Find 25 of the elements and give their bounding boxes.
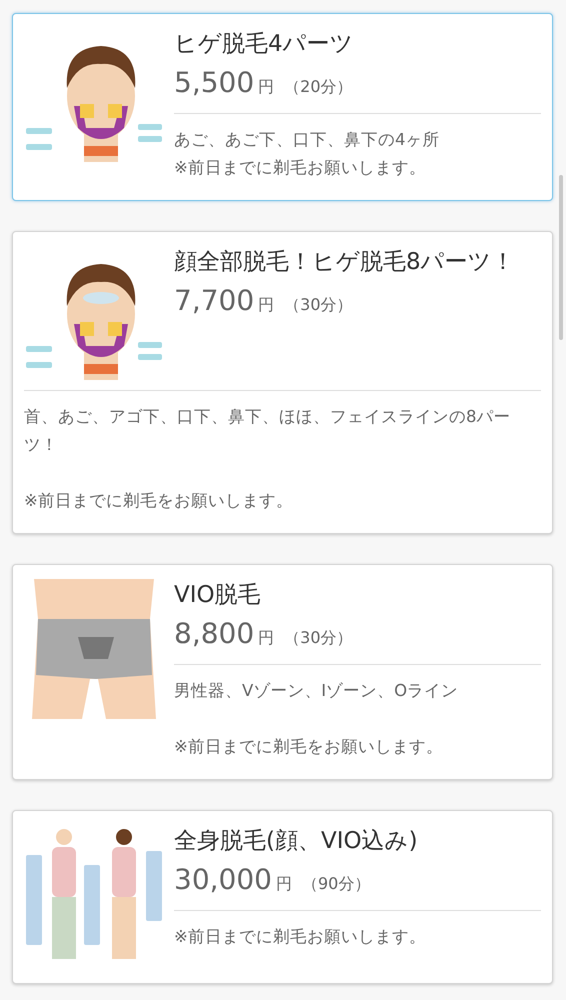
menu-duration: （20分） — [284, 77, 353, 98]
menu-description: 首、あご、アゴ下、口下、鼻下、ほほ、フェイスラインの8パーツ！ ※前日までに剃毛をお願いします。 — [24, 406, 512, 512]
menu-price: 30,000 — [174, 863, 272, 896]
menu-price: 7,700 — [174, 284, 254, 317]
menu-duration: （30分） — [284, 628, 353, 649]
menu-card[interactable]: 全身脱毛(顔、VIO込み) 30,000 円 （90分） ※前日までに剃毛お願いします。 — [12, 810, 553, 984]
price-unit: 円 — [276, 874, 292, 895]
menu-duration: （90分） — [302, 874, 370, 895]
menu-title: VIO脱毛 — [174, 581, 262, 610]
menu-card[interactable]: VIO脱毛 8,800 円 （30分） 男性器、Vゾーン、Iゾーン、Oライン ※前日までに剃毛をお願いします。 — [12, 564, 553, 780]
menu-description: あご、あご下、口下、鼻下の4ヶ所 ※前日までに剃毛お願いします。 — [174, 129, 440, 179]
menu-price: 8,800 — [174, 617, 254, 650]
menu-duration: （30分） — [284, 295, 353, 316]
menu-card[interactable]: 顔全部脱毛！ヒゲ脱毛8パーツ！ 7,700 円 （30分） 首、あご、アゴ下、口下、鼻下、ほほ、フェイスラインの8パーツ！ ※前日までに剃毛をお願いします。 — [12, 231, 553, 534]
menu-description: ※前日までに剃毛お願いします。 — [174, 926, 427, 948]
menu-title: 全身脱毛(顔、VIO込み) — [174, 827, 419, 856]
price-unit: 円 — [258, 77, 274, 98]
menu-price: 5,500 — [174, 66, 254, 99]
scrollbar[interactable] — [559, 175, 563, 340]
menu-description: 男性器、Vゾーン、Iゾーン、Oライン ※前日までに剃毛をお願いします。 — [174, 680, 460, 758]
price-unit: 円 — [258, 628, 274, 649]
menu-title: ヒゲ脱毛4パーツ — [174, 30, 355, 59]
menu-title: 顔全部脱毛！ヒゲ脱毛8パーツ！ — [174, 248, 516, 277]
menu-card[interactable]: ヒゲ脱毛4パーツ 5,500 円 （20分） あご、あご下、口下、鼻下の4ヶ所 ※前日までに剃毛お願いします。 — [12, 13, 553, 201]
price-unit: 円 — [258, 295, 274, 316]
